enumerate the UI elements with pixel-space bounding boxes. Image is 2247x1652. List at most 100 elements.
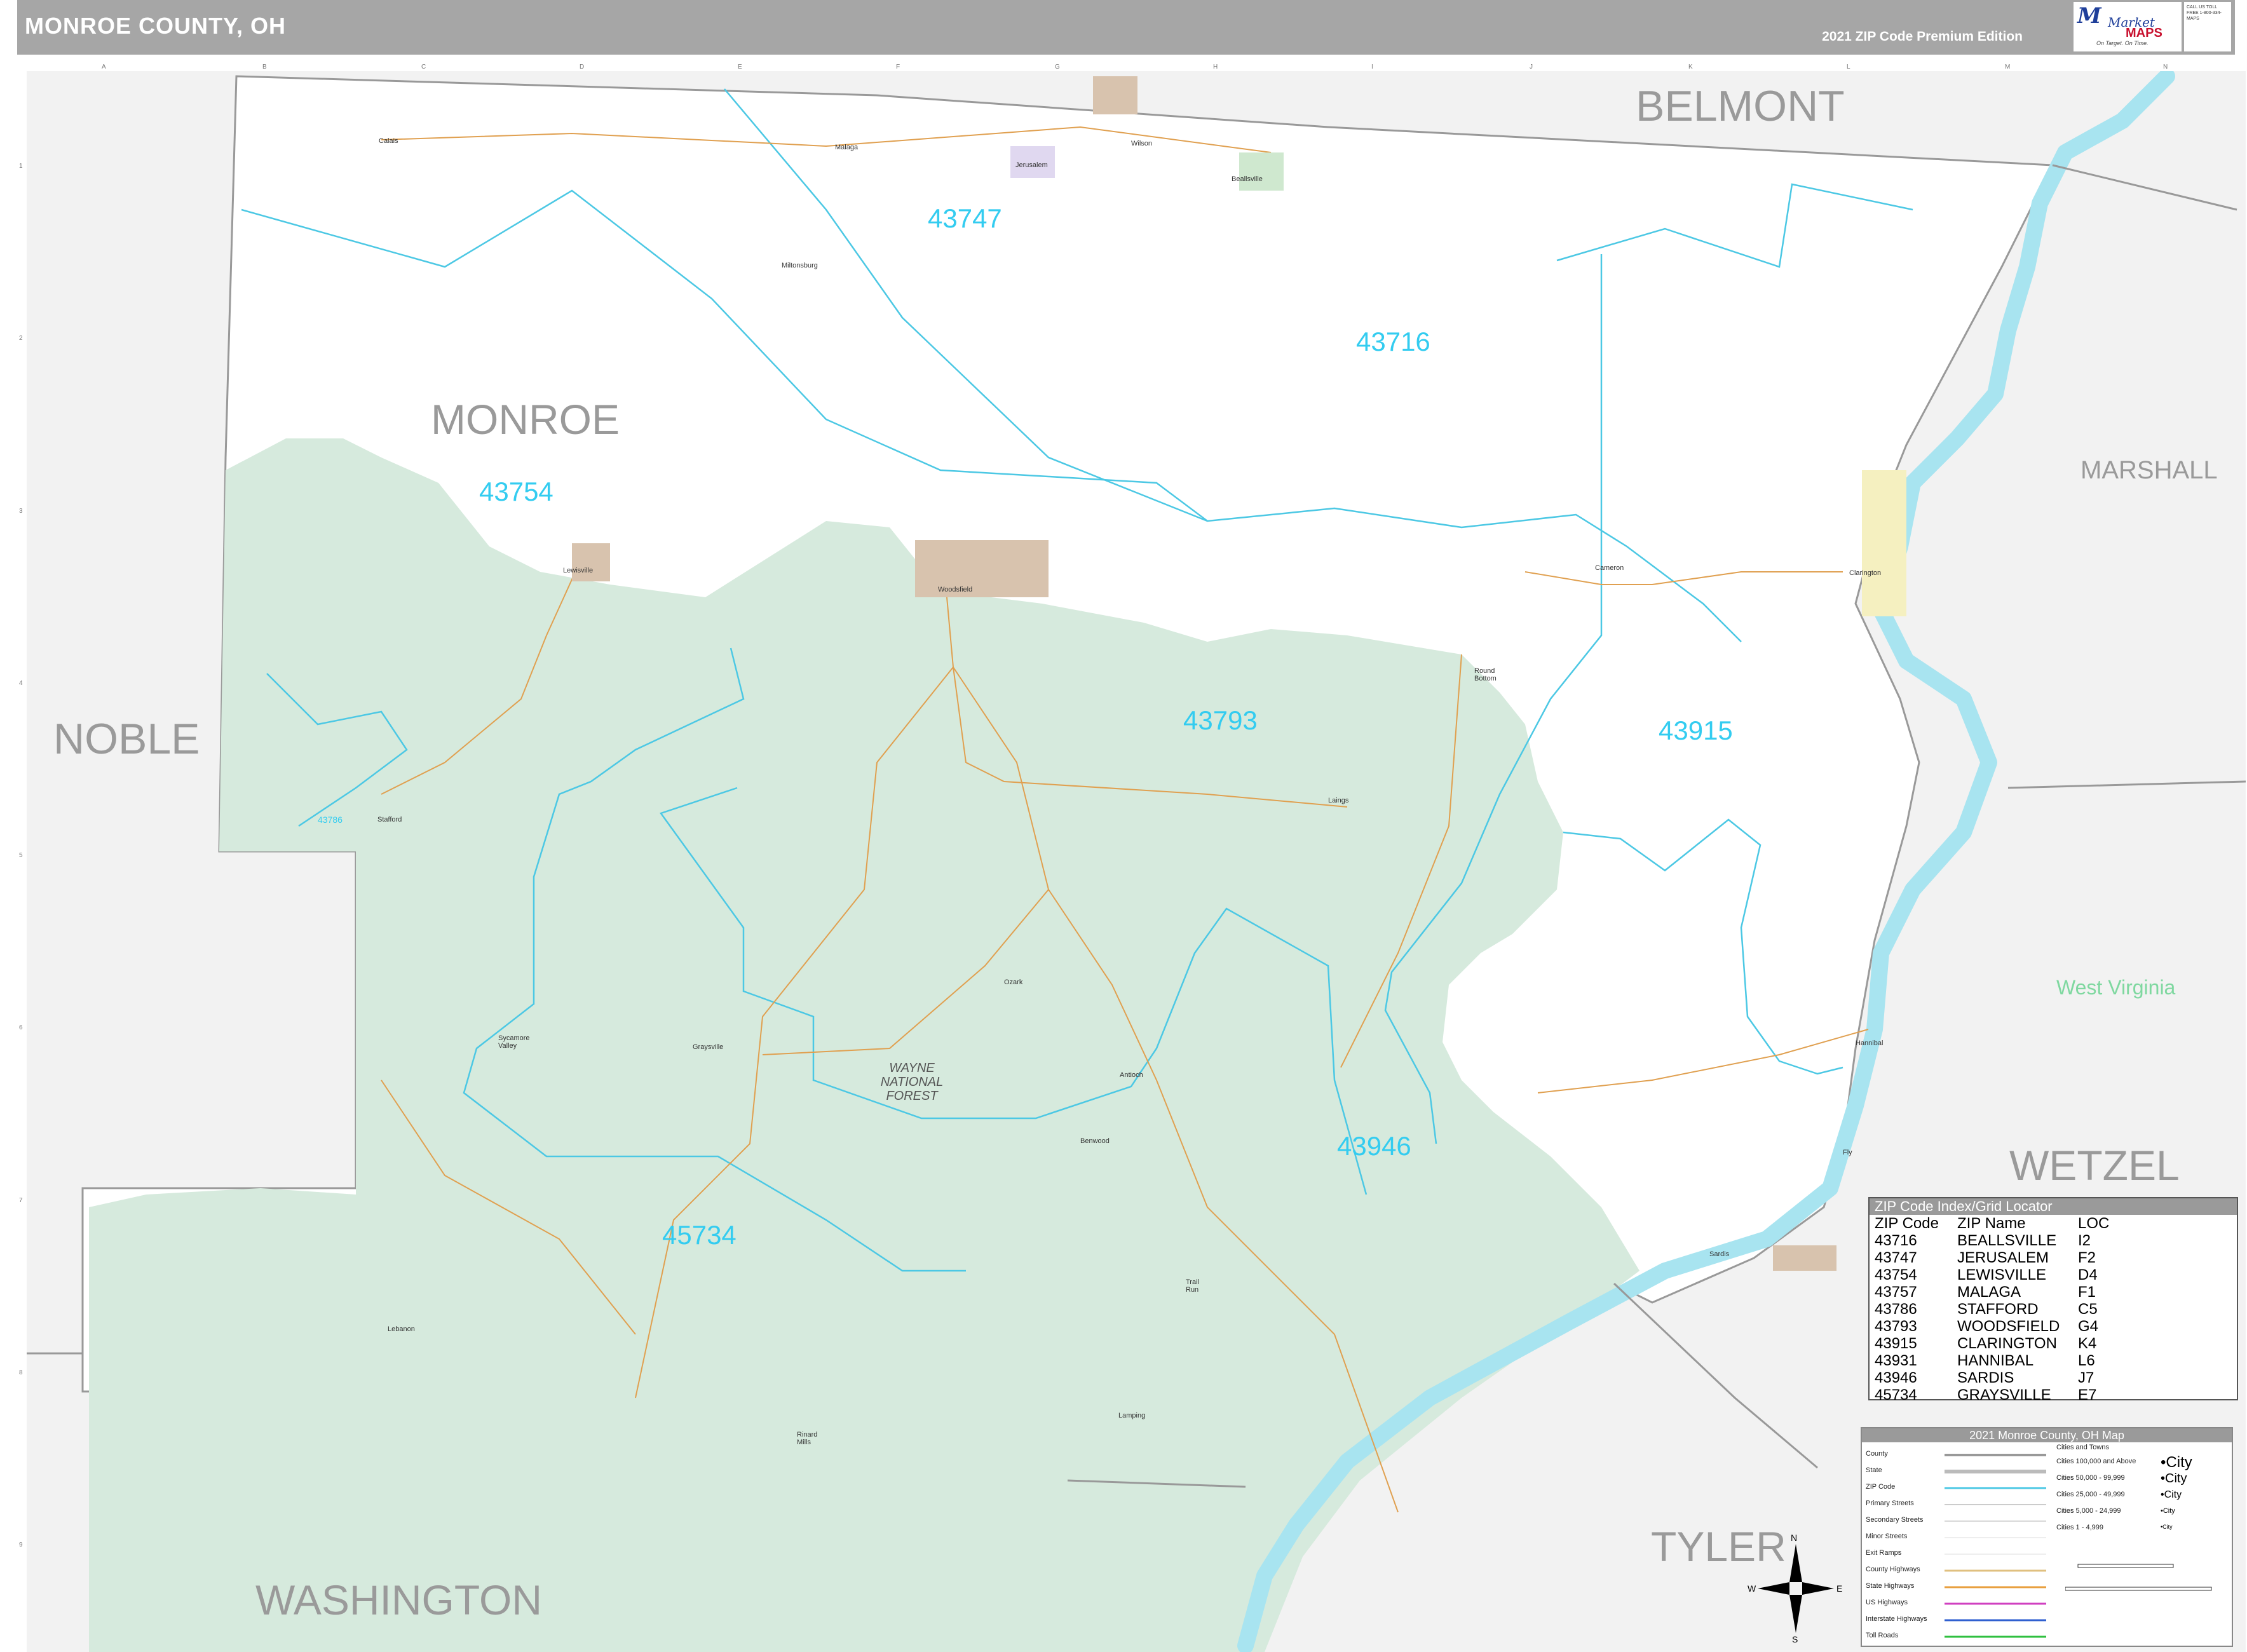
- legend-item: Primary Streets: [1866, 1500, 1914, 1507]
- legend-item: County Highways: [1866, 1566, 1920, 1573]
- compass-e-label: E: [1836, 1583, 1843, 1594]
- zip-label-45734: 45734: [662, 1220, 737, 1250]
- zip-label-43716: 43716: [1356, 327, 1430, 356]
- grid-col-i: I: [1371, 64, 1373, 71]
- zip-name: LEWISVILLE: [1957, 1266, 2047, 1283]
- place-trail-run: Trail Run: [1186, 1278, 1199, 1294]
- grid-col-k: K: [1688, 64, 1693, 71]
- zip-name: STAFFORD: [1957, 1301, 2039, 1318]
- zip-code: 43757: [1875, 1283, 1917, 1301]
- label-tyler: TYLER: [1651, 1523, 1786, 1570]
- legend-city-class: Cities 50,000 - 99,999: [2056, 1474, 2125, 1482]
- legend-item: Secondary Streets: [1866, 1516, 1924, 1524]
- place-clarington: Clarington: [1849, 569, 1882, 577]
- zip-name: CLARINGTON: [1957, 1335, 2057, 1352]
- place-malaga: Malaga: [835, 144, 859, 151]
- grid-row-labels: 1 2 3 4 5 6 7 8 9: [19, 0, 27, 1652]
- map-legend: 2021 Monroe County, OH Map County State …: [1861, 1427, 2233, 1647]
- logo-contact-info: CALL US TOLL FREE 1-800-334-MAPS: [2184, 2, 2231, 51]
- grid-col-d: D: [580, 64, 585, 71]
- place-graysville: Graysville: [693, 1043, 724, 1051]
- zip-label-43786: 43786: [318, 815, 343, 825]
- place-wilson: Wilson: [1131, 140, 1153, 147]
- legend-title: 2021 Monroe County, OH Map: [1862, 1428, 2232, 1442]
- logo-brand-line2: MAPS: [2126, 26, 2162, 40]
- label-west-virginia: West Virginia: [2056, 976, 2176, 999]
- grid-row-1: 1: [19, 163, 23, 170]
- zip-name: WOODSFIELD: [1957, 1318, 2060, 1335]
- legend-item: ZIP Code: [1866, 1483, 1896, 1491]
- woodsfield-patch: [915, 540, 1049, 597]
- zip-index-header-row: ZIP Code ZIP Name LOC: [1875, 1215, 2109, 1232]
- legend-item: US Highways: [1866, 1599, 1908, 1606]
- grid-col-e: E: [738, 64, 742, 71]
- zip-loc: F1: [2078, 1283, 2096, 1301]
- legend-city-symbol: •City: [2161, 1507, 2175, 1515]
- place-stafford: Stafford: [377, 816, 402, 823]
- grid-col-h: H: [1213, 64, 1218, 71]
- grid-row-9: 9: [19, 1541, 23, 1548]
- zip-index-col-name: ZIP Name: [1957, 1215, 2026, 1232]
- table-row: 43931 HANNIBAL L6: [1875, 1352, 2109, 1369]
- place-beallsville: Beallsville: [1232, 175, 1263, 183]
- zip-loc: F2: [2078, 1249, 2096, 1266]
- place-jerusalem: Jerusalem: [1015, 161, 1048, 169]
- zip-loc: E7: [2078, 1386, 2097, 1404]
- grid-row-3: 3: [19, 508, 23, 515]
- place-sardis: Sardis: [1709, 1250, 1730, 1258]
- legend-cities-title: Cities and Towns: [2056, 1444, 2109, 1451]
- place-lebanon: Lebanon: [388, 1325, 415, 1333]
- legend-city-class: Cities 5,000 - 24,999: [2056, 1507, 2121, 1515]
- logo-m: M: [2077, 3, 2101, 29]
- zip-index-col-zip: ZIP Code: [1875, 1215, 1939, 1232]
- label-wayne-national-forest: WAYNE NATIONAL FOREST: [880, 1061, 944, 1103]
- logo-tagline: On Target. On Time.: [2096, 40, 2149, 46]
- table-row: 43757 MALAGA F1: [1875, 1283, 2109, 1301]
- place-sycamore-valley: Sycamore Valley: [498, 1034, 530, 1050]
- table-row: 43786 STAFFORD C5: [1875, 1301, 2109, 1318]
- zip-code: 45734: [1875, 1386, 1917, 1404]
- zip-code: 43754: [1875, 1266, 1917, 1283]
- zip-code: 43931: [1875, 1352, 1917, 1369]
- scale-bars: [2065, 1564, 2212, 1591]
- zip-label-43793: 43793: [1183, 705, 1258, 735]
- place-calais: Calais: [379, 137, 398, 145]
- clarington-patch: [1862, 470, 1906, 616]
- place-woodsfield: Woodsfield: [938, 586, 973, 593]
- zip-name: JERUSALEM: [1957, 1249, 2049, 1266]
- place-ozark: Ozark: [1004, 978, 1023, 986]
- place-lewisville: Lewisville: [563, 567, 594, 574]
- legend-city-symbol: •City: [2161, 1454, 2192, 1471]
- map-title: MONROE COUNTY, OH: [25, 13, 287, 39]
- zip-index-panel: ZIP Code Index/Grid Locator ZIP Code ZIP…: [1868, 1197, 2238, 1404]
- grid-col-g: G: [1055, 64, 1060, 71]
- place-laings: Laings: [1328, 797, 1349, 804]
- place-miltonsburg: Miltonsburg: [782, 262, 818, 269]
- grid-col-j: J: [1530, 64, 1533, 71]
- zip-name: HANNIBAL: [1957, 1352, 2034, 1369]
- zip-name: SARDIS: [1957, 1369, 2014, 1386]
- legend-city-symbol: •City: [2161, 1524, 2173, 1530]
- zip-code: 43747: [1875, 1249, 1917, 1266]
- label-marshall: MARSHALL: [2081, 456, 2218, 484]
- legend-city-symbol: •City: [2161, 1489, 2182, 1500]
- zip-name: GRAYSVILLE: [1957, 1386, 2051, 1404]
- table-row: 43793 WOODSFIELD G4: [1875, 1318, 2109, 1335]
- table-row: 43747 JERUSALEM F2: [1875, 1249, 2109, 1266]
- label-washington: WASHINGTON: [255, 1576, 543, 1623]
- label-wetzel: WETZEL: [2009, 1142, 2180, 1189]
- label-monroe: MONROE: [431, 396, 620, 443]
- legend-city-class: Cities 25,000 - 49,999: [2056, 1491, 2125, 1498]
- label-noble: NOBLE: [53, 715, 200, 763]
- zip-index-col-loc: LOC: [2078, 1215, 2110, 1232]
- grid-col-b: B: [262, 64, 267, 71]
- beallsville-patch: [1239, 152, 1284, 191]
- place-hannibal: Hannibal: [1856, 1039, 1884, 1047]
- legend-item: Exit Ramps: [1866, 1549, 1902, 1557]
- legend-city-class: Cities 100,000 and Above: [2056, 1458, 2136, 1465]
- map-poster: MONROE COUNTY, OH 2021 ZIP Code Premium …: [0, 0, 2247, 1652]
- edition-label: 2021 ZIP Code Premium Edition: [1822, 29, 2023, 44]
- scale-bar-miles: [2065, 1587, 2212, 1591]
- grid-col-m: M: [2005, 64, 2011, 71]
- place-lamping: Lamping: [1118, 1412, 1146, 1419]
